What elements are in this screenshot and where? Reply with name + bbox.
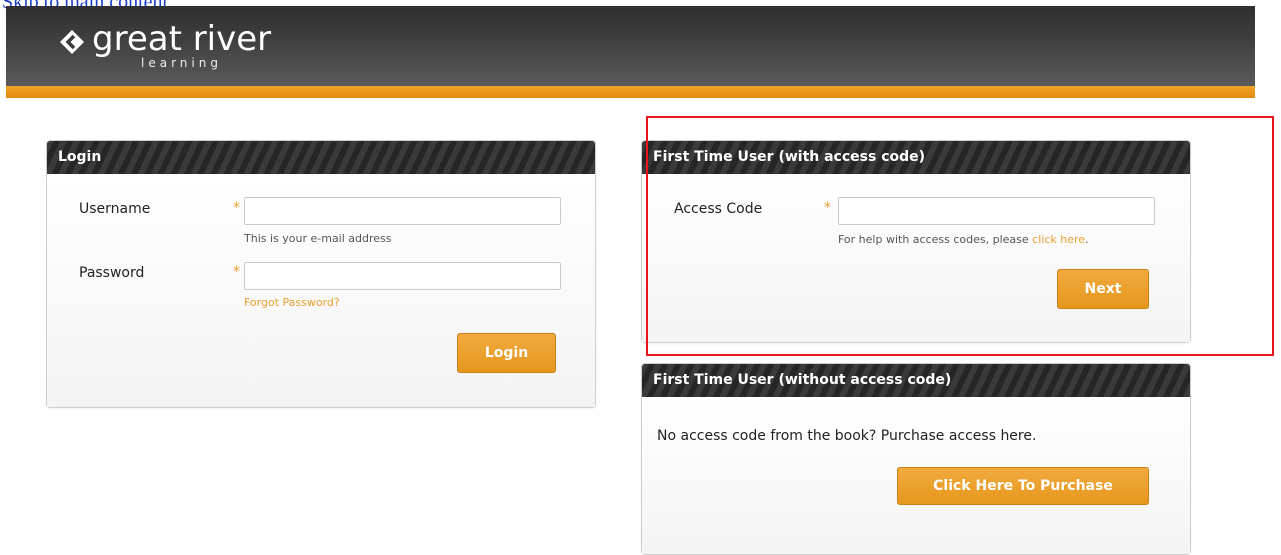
access-code-hint: For help with access codes, please click… [838,233,1089,246]
login-panel-body: Username * This is your e-mail address P… [47,174,595,407]
purchase-panel: First Time User (without access code) No… [641,363,1191,555]
password-input[interactable] [244,262,561,290]
logo-wordmark: great river [92,19,272,59]
login-panel-title: Login [47,141,595,174]
access-code-panel: First Time User (with access code) Acces… [641,140,1191,343]
purchase-panel-title: First Time User (without access code) [642,364,1190,397]
logo-subtitle: learning [141,56,222,70]
password-required-marker: * [233,264,240,280]
access-code-label: Access Code [674,201,763,217]
purchase-message: No access code from the book? Purchase a… [657,428,1037,444]
access-code-panel-title: First Time User (with access code) [642,141,1190,174]
access-code-help-link[interactable]: click here [1032,233,1085,246]
access-code-panel-body: Access Code * For help with access codes… [642,174,1190,342]
purchase-panel-body: No access code from the book? Purchase a… [642,397,1190,554]
login-panel: Login Username * This is your e-mail add… [46,140,596,408]
access-code-required-marker: * [824,200,831,216]
password-label: Password [79,265,145,281]
forgot-password-link[interactable]: Forgot Password? [244,296,340,309]
diamond-chevron-icon [60,30,84,54]
site-header: great river learning [6,6,1255,86]
purchase-button[interactable]: Click Here To Purchase [897,467,1149,505]
username-label: Username [79,201,151,217]
username-input[interactable] [244,197,561,225]
access-code-input[interactable] [838,197,1155,225]
access-code-hint-suffix: . [1085,233,1089,246]
next-button[interactable]: Next [1057,269,1149,309]
access-code-hint-text: For help with access codes, please [838,233,1033,246]
header-accent-bar [6,86,1255,98]
username-hint: This is your e-mail address [244,232,392,245]
login-button[interactable]: Login [457,333,556,373]
username-required-marker: * [233,200,240,216]
